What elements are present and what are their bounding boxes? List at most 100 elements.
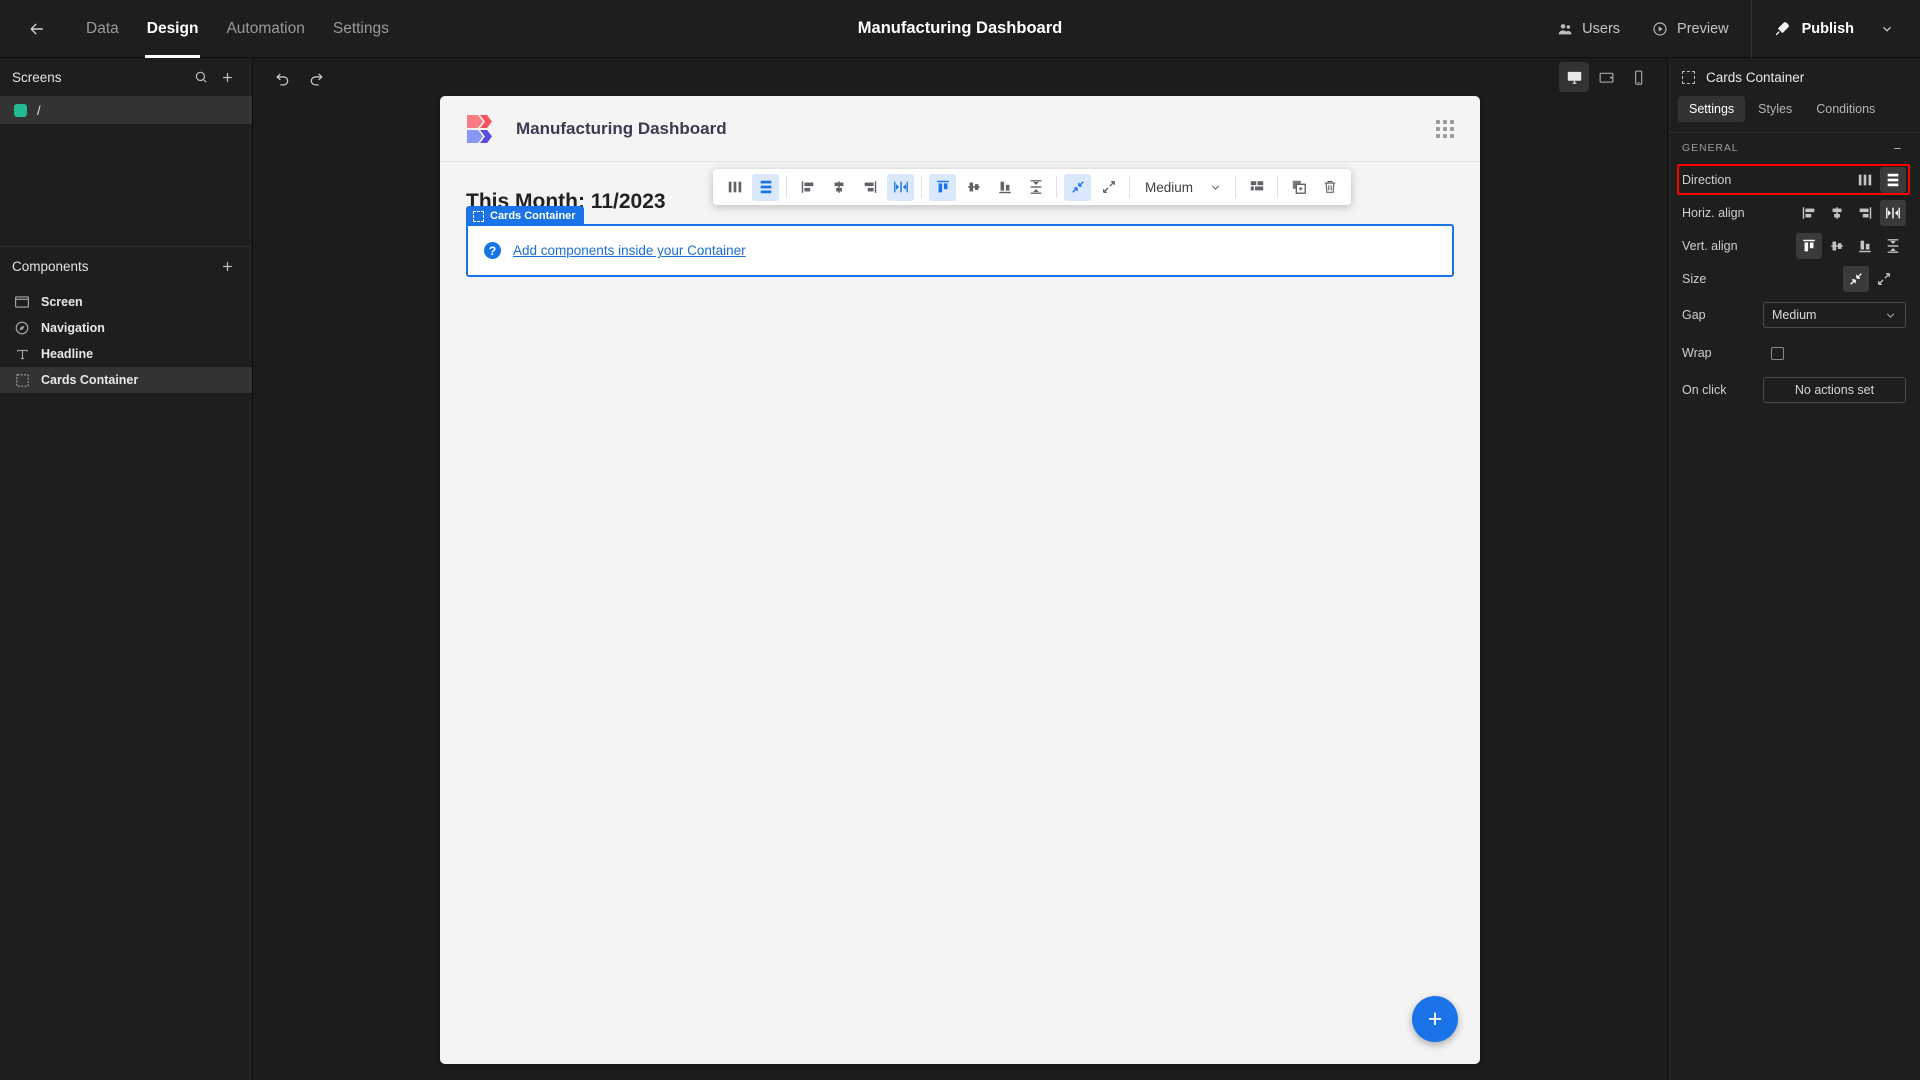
container-hint: ? Add components inside your Container [484, 242, 746, 259]
right-panel-title: Cards Container [1706, 69, 1805, 85]
search-icon[interactable] [188, 64, 214, 90]
toolbar-align-left-button[interactable] [794, 174, 821, 201]
tab-design[interactable]: Design [133, 0, 213, 58]
preview-button[interactable]: Preview [1636, 9, 1745, 49]
component-item-navigation[interactable]: Navigation [0, 315, 252, 341]
vert-align-label: Vert. align [1682, 238, 1738, 253]
tab-automation[interactable]: Automation [212, 0, 318, 58]
canvas-navigation[interactable]: Manufacturing Dashboard [440, 96, 1480, 162]
toolbar-align-right-button[interactable] [856, 174, 883, 201]
align-middle-icon [967, 182, 980, 192]
undo-icon [275, 72, 288, 86]
canvas-app-name: Manufacturing Dashboard [516, 118, 727, 138]
redo-button[interactable] [301, 62, 331, 92]
on-click-actions-button[interactable]: No actions set [1763, 377, 1906, 403]
back-button[interactable] [14, 6, 60, 52]
toolbar-align-center-button[interactable] [825, 174, 852, 201]
tab-conditions[interactable]: Conditions [1805, 96, 1886, 122]
toolbar-separator [921, 176, 922, 198]
add-components-link[interactable]: Add components inside your Container [513, 243, 746, 258]
minus-icon[interactable] [1888, 139, 1906, 157]
size-label: Size [1682, 271, 1707, 286]
device-tablet-button[interactable] [1591, 62, 1621, 92]
tab-data[interactable]: Data [72, 0, 133, 58]
valign-middle-button[interactable] [1824, 233, 1850, 259]
tab-settings[interactable]: Settings [1678, 96, 1746, 122]
tab-styles[interactable]: Styles [1747, 96, 1803, 122]
toolbar-valign-bottom-button[interactable] [991, 174, 1018, 201]
toolbar-direction-row-button[interactable] [752, 173, 779, 201]
align-right-button[interactable] [1852, 200, 1878, 226]
component-item-cards-container[interactable]: Cards Container [0, 367, 252, 393]
component-item-screen[interactable]: Screen [0, 289, 252, 315]
component-item-headline[interactable]: Headline [0, 341, 252, 367]
wrap-checkbox[interactable] [1771, 346, 1784, 360]
on-click-controls: No actions set [1763, 377, 1906, 403]
toolbar-valign-stretch-button[interactable] [1022, 174, 1049, 201]
add-screen-icon[interactable] [214, 64, 240, 90]
on-click-label: On click [1682, 383, 1727, 397]
toolbar-direction-column-button[interactable] [721, 174, 748, 201]
publish-group: Publish [1758, 9, 1904, 49]
device-desktop-button[interactable] [1559, 62, 1589, 92]
valign-top-button[interactable] [1796, 232, 1822, 259]
right-panel-header: Cards Container [1668, 58, 1920, 96]
gap-controls: Medium [1763, 302, 1906, 328]
valign-bottom-button[interactable] [1852, 233, 1878, 259]
direction-row-button[interactable] [1880, 166, 1906, 193]
toolbar-layout-button[interactable] [1243, 174, 1270, 201]
toolbar-valign-middle-button[interactable] [960, 174, 987, 201]
publish-button[interactable]: Publish [1758, 9, 1870, 49]
align-bottom-icon [998, 181, 1011, 194]
users-icon [1558, 23, 1572, 34]
screens-panel-header: Screens [0, 58, 252, 96]
grip-dots-icon[interactable] [1436, 119, 1454, 138]
direction-column-icon [728, 181, 741, 193]
toolbar-separator [786, 176, 787, 198]
publish-label: Publish [1801, 20, 1854, 37]
size-shrink-button[interactable] [1843, 265, 1869, 292]
components-panel-header: Components [0, 247, 252, 285]
valign-stretch-button[interactable] [1880, 233, 1906, 259]
toolbar-valign-top-button[interactable] [929, 173, 956, 201]
align-center-icon [834, 181, 843, 193]
device-preview-group [1559, 62, 1653, 92]
direction-row-icon [760, 180, 771, 194]
cards-container-badge-label: Cards Container [490, 210, 576, 222]
align-left-icon [1802, 206, 1815, 219]
add-component-fab[interactable]: + [1412, 996, 1458, 1042]
align-center-button[interactable] [1824, 200, 1850, 226]
component-label: Cards Container [41, 373, 139, 387]
toolbar-gap-select[interactable]: Medium [1135, 174, 1230, 201]
body-row: Screens / Components Screen Navigation H… [0, 58, 1920, 1080]
undo-button[interactable] [267, 62, 297, 92]
size-grow-button[interactable] [1871, 266, 1897, 292]
toolbar-duplicate-button[interactable] [1285, 174, 1312, 201]
toolbar-align-space-between-button[interactable] [887, 173, 914, 201]
property-row-wrap: Wrap [1668, 335, 1920, 371]
align-space-between-button[interactable] [1880, 199, 1906, 226]
property-row-on-click: On click No actions set [1668, 371, 1920, 409]
align-middle-icon [1831, 241, 1843, 250]
users-button[interactable]: Users [1541, 9, 1636, 49]
align-left-button[interactable] [1796, 200, 1822, 226]
device-mobile-button[interactable] [1623, 62, 1653, 92]
screen-item-root[interactable]: / [0, 96, 252, 124]
toolbar-size-grow-button[interactable] [1095, 174, 1122, 201]
gap-label: Gap [1682, 308, 1706, 322]
app-root: Data Design Automation Settings Manufact… [0, 0, 1920, 1080]
align-center-icon [1832, 206, 1842, 219]
align-bottom-icon [1859, 240, 1871, 252]
toolbar-size-shrink-button[interactable] [1064, 173, 1091, 201]
publish-dropdown-button[interactable] [1870, 9, 1904, 49]
container-icon [14, 372, 30, 388]
general-section-header: GENERAL [1668, 133, 1920, 163]
direction-column-button[interactable] [1852, 167, 1878, 193]
canvas: Manufacturing Dashboard This Month: 11/2… [440, 96, 1480, 1064]
preview-label: Preview [1677, 20, 1729, 37]
cards-container-component[interactable]: Cards Container ? Add components inside … [466, 206, 1454, 277]
toolbar-delete-button[interactable] [1316, 174, 1343, 201]
gap-select[interactable]: Medium [1763, 302, 1906, 328]
tab-settings[interactable]: Settings [319, 0, 403, 58]
add-component-icon[interactable] [214, 253, 240, 279]
